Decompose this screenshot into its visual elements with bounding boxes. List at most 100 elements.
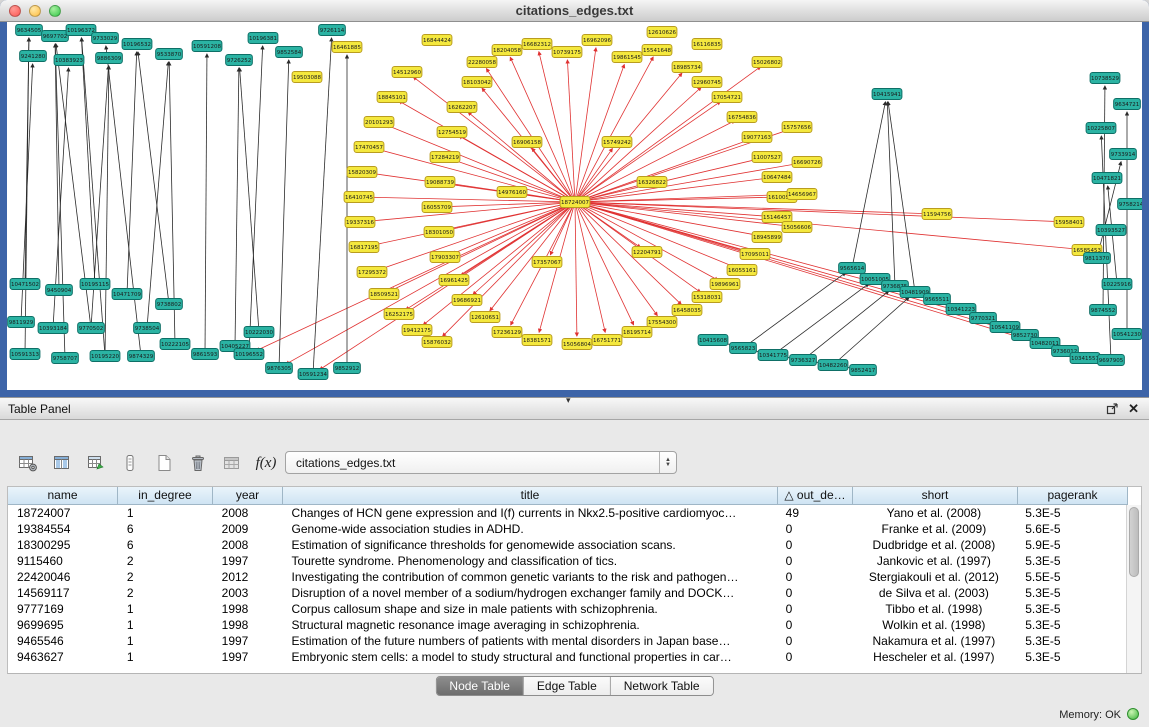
graph-node[interactable]: 17054721 xyxy=(712,92,742,103)
graph-node[interactable]: 9733029 xyxy=(92,33,119,44)
graph-node[interactable]: 10471502 xyxy=(10,279,40,290)
graph-node[interactable]: 9697702 xyxy=(42,31,69,42)
scrollbar-thumb[interactable] xyxy=(1129,507,1139,577)
graph-node[interactable]: 10591208 xyxy=(192,41,222,52)
float-panel-icon[interactable] xyxy=(1106,403,1118,415)
graph-node[interactable]: 16817195 xyxy=(349,242,379,253)
column-header-in_degree[interactable]: in_degree xyxy=(118,487,213,505)
graph-node[interactable]: 15541648 xyxy=(642,45,672,56)
graph-node[interactable]: 19077163 xyxy=(742,132,772,143)
graph-node[interactable]: 9738504 xyxy=(134,323,161,334)
column-header-pagerank[interactable]: pagerank xyxy=(1018,487,1128,505)
graph-node[interactable]: 16055161 xyxy=(727,265,757,276)
graph-node[interactable]: 9733914 xyxy=(1110,149,1137,160)
graph-node[interactable]: 12754519 xyxy=(437,127,467,138)
table-row[interactable]: 946362711997Embryonic stem cells: a mode… xyxy=(8,649,1126,665)
graph-node[interactable]: 10341551 xyxy=(1070,353,1100,364)
graph-node[interactable]: 16682312 xyxy=(522,39,552,50)
graph-node[interactable]: 10415608 xyxy=(698,335,728,346)
graph-node[interactable]: 16751771 xyxy=(592,335,622,346)
graph-node[interactable]: 17295372 xyxy=(357,267,387,278)
graph-node[interactable]: 9861593 xyxy=(192,349,219,360)
graph-node[interactable]: 9697905 xyxy=(1098,355,1125,366)
close-window-button[interactable] xyxy=(9,5,21,17)
column-header-out_degree[interactable]: △ out_de… xyxy=(778,487,853,505)
graph-node[interactable]: 10738529 xyxy=(1090,73,1120,84)
graph-node[interactable]: 9726114 xyxy=(319,25,346,36)
table-row[interactable]: 1872400712008Changes of HCN gene express… xyxy=(8,505,1126,521)
graph-node[interactable]: 16962096 xyxy=(582,35,612,46)
graph-node[interactable]: 15318031 xyxy=(692,292,722,303)
graph-node[interactable]: 10415941 xyxy=(872,89,902,100)
graph-node[interactable]: 9241280 xyxy=(20,51,47,62)
graph-node[interactable]: 10196552 xyxy=(234,349,264,360)
graph-node[interactable]: 10195115 xyxy=(80,279,110,290)
graph-node[interactable]: 10393527 xyxy=(1096,225,1126,236)
graph-node[interactable]: 14512960 xyxy=(392,67,422,78)
graph-node[interactable]: 10482260 xyxy=(818,360,848,371)
graph-node[interactable]: 17470457 xyxy=(354,142,384,153)
graph-node[interactable]: 9450904 xyxy=(46,285,73,296)
new-file-icon[interactable] xyxy=(150,449,178,477)
zoom-window-button[interactable] xyxy=(49,5,61,17)
table-row[interactable]: 969969511998Structural magnetic resonanc… xyxy=(8,617,1126,633)
table-row[interactable]: 1456911722003Disruption of a novel membe… xyxy=(8,585,1126,601)
graph-node[interactable]: 15056804 xyxy=(562,339,592,350)
graph-node[interactable]: 14976160 xyxy=(497,187,527,198)
graph-node[interactable]: 9876305 xyxy=(266,363,293,374)
edit-table-icon[interactable] xyxy=(82,449,110,477)
graph-node[interactable]: 15026802 xyxy=(752,57,782,68)
column-header-year[interactable]: year xyxy=(213,487,283,505)
graph-node[interactable]: 10383923 xyxy=(54,55,84,66)
graph-node[interactable]: 15056606 xyxy=(782,222,812,233)
graph-node[interactable]: 16262207 xyxy=(447,102,477,113)
trash-icon[interactable] xyxy=(184,449,212,477)
table-row[interactable]: 1830029562008Estimation of significance … xyxy=(8,537,1126,553)
graph-node[interactable]: 10591313 xyxy=(10,349,40,360)
table-selector-dropdown[interactable]: citations_edges.txt ▲▼ xyxy=(285,451,677,474)
graph-node[interactable]: 14656967 xyxy=(787,189,817,200)
graph-node[interactable]: 16844424 xyxy=(422,35,452,46)
graph-node[interactable]: 16410745 xyxy=(344,192,374,203)
graph-node[interactable]: 9758214 xyxy=(1118,199,1142,210)
graph-node[interactable]: 17236129 xyxy=(492,327,522,338)
graph-node[interactable]: 11594756 xyxy=(922,209,952,220)
graph-node[interactable]: 15958401 xyxy=(1054,217,1084,228)
graph-node[interactable]: 10225807 xyxy=(1086,123,1116,134)
graph-node[interactable]: 9874552 xyxy=(1090,305,1117,316)
graph-node[interactable]: 10196532 xyxy=(122,39,152,50)
graph-node[interactable]: 17095011 xyxy=(740,249,770,260)
graph-node[interactable]: 18845101 xyxy=(377,92,407,103)
graph-node[interactable]: 9565823 xyxy=(730,343,757,354)
splitter-handle[interactable]: ▾ xyxy=(566,396,571,405)
graph-node[interactable]: 18381571 xyxy=(522,335,552,346)
graph-node[interactable]: 16690726 xyxy=(792,157,822,168)
graph-node[interactable]: 10225916 xyxy=(1102,279,1132,290)
graph-node[interactable]: 9634505 xyxy=(16,25,43,36)
graph-node[interactable]: 16906158 xyxy=(512,137,542,148)
graph-node[interactable]: 16754836 xyxy=(727,112,757,123)
function-builder-button[interactable]: f(x) xyxy=(252,449,280,477)
graph-node[interactable]: 10471821 xyxy=(1092,173,1122,184)
graph-node[interactable]: 18103042 xyxy=(462,77,492,88)
graph-node[interactable]: 18204058 xyxy=(492,45,522,56)
column-header-title[interactable]: title xyxy=(283,487,778,505)
graph-node[interactable]: 19412175 xyxy=(402,325,432,336)
graph-node[interactable]: 19088739 xyxy=(425,177,455,188)
import-table-icon[interactable] xyxy=(218,449,246,477)
graph-node[interactable]: 17554300 xyxy=(647,317,677,328)
graph-node[interactable]: 15757656 xyxy=(782,122,812,133)
graph-node[interactable]: 19896961 xyxy=(710,279,740,290)
graph-node[interactable]: 9852912 xyxy=(334,363,361,374)
graph-node[interactable]: 9634721 xyxy=(1114,99,1141,110)
graph-node[interactable]: 18301050 xyxy=(424,227,454,238)
graph-node[interactable]: 9811370 xyxy=(1084,253,1111,264)
column-icon[interactable] xyxy=(116,449,144,477)
graph-node[interactable]: 18985734 xyxy=(672,62,702,73)
graph-node[interactable]: 16116835 xyxy=(692,39,722,50)
graph-node[interactable]: 16055709 xyxy=(422,202,452,213)
graph-node[interactable]: 16458035 xyxy=(672,305,702,316)
table-row[interactable]: 1938455462009Genome-wide association stu… xyxy=(8,521,1126,537)
table-mode-icon[interactable] xyxy=(14,449,42,477)
graph-node[interactable]: 17357067 xyxy=(532,257,562,268)
